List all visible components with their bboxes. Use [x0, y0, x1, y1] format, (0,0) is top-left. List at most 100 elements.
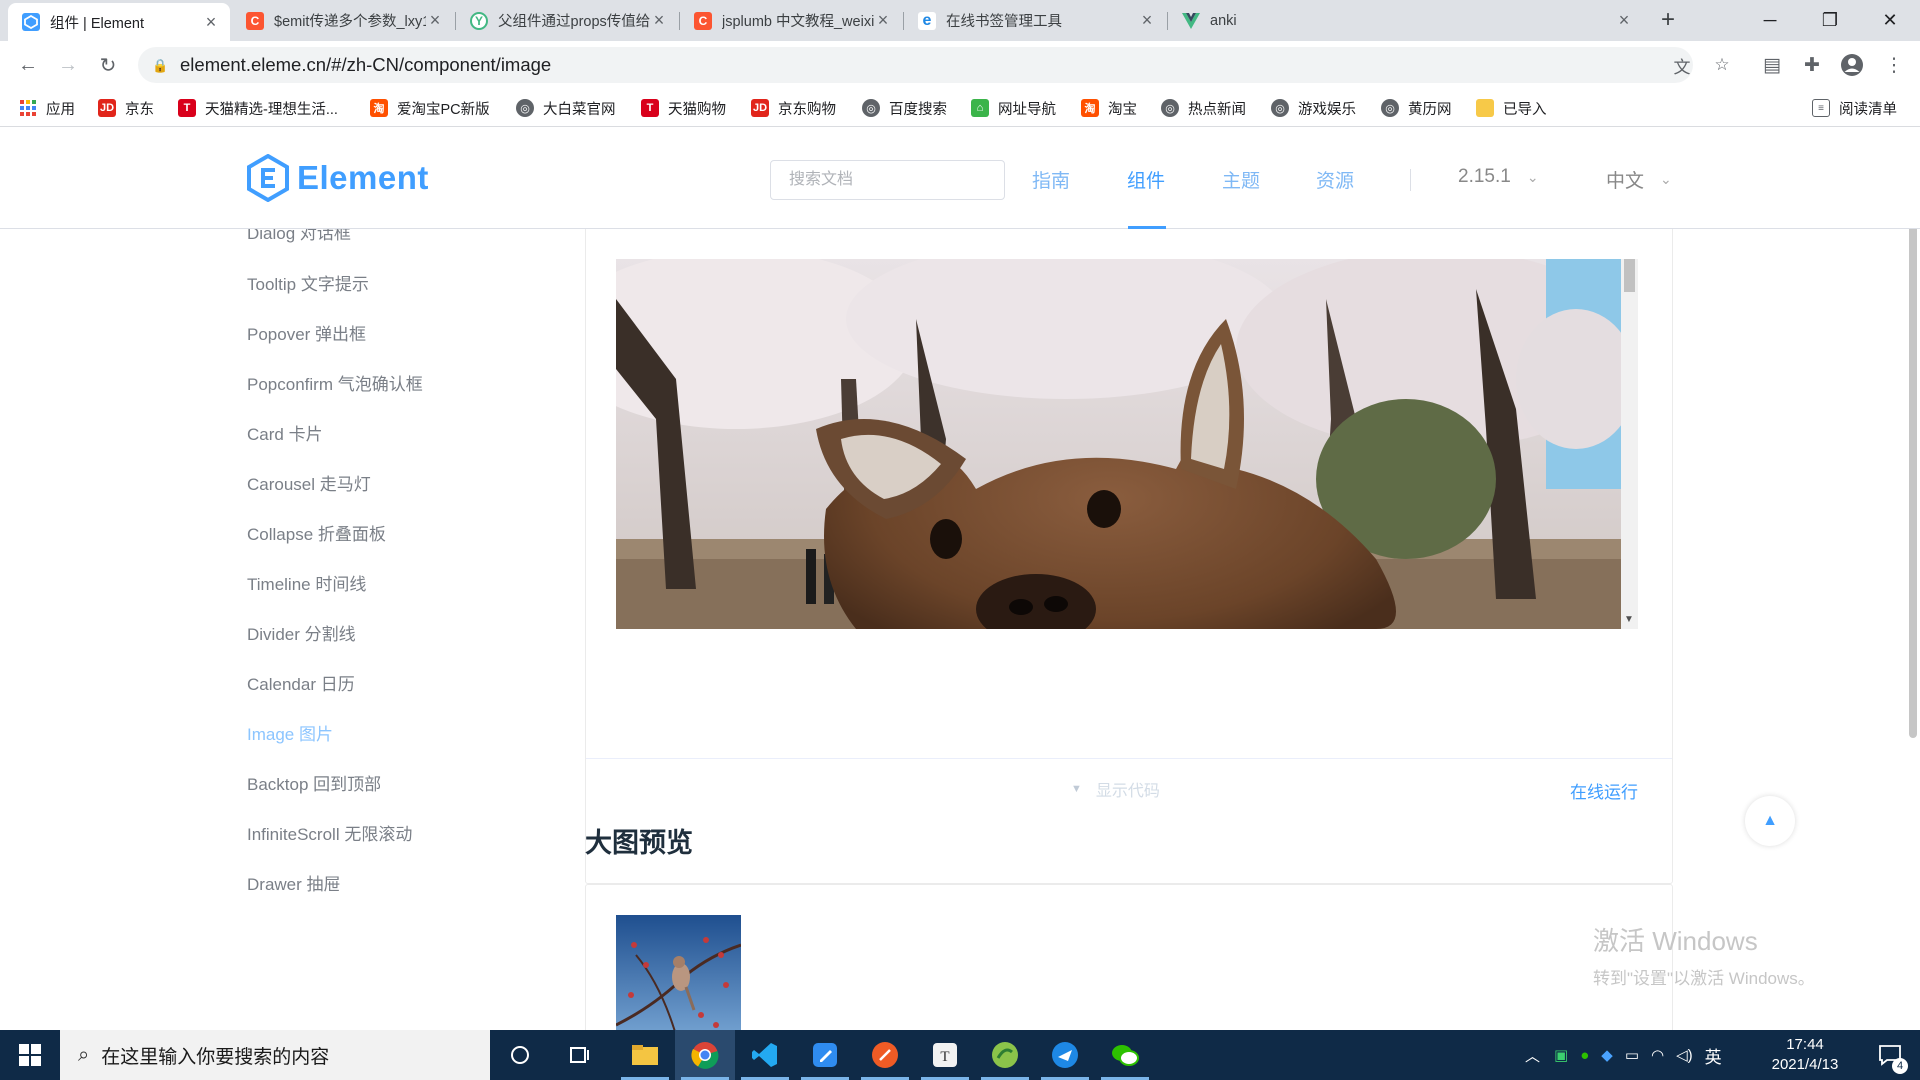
- window-close-button[interactable]: ✕: [1860, 0, 1920, 41]
- show-code-toggle[interactable]: ▼ 显示代码: [1071, 777, 1160, 801]
- sidebar-item-infinitescroll[interactable]: InfiniteScroll 无限滚动: [247, 820, 412, 845]
- address-bar[interactable]: 🔒 element.eleme.cn/#/zh-CN/component/ima…: [138, 47, 1693, 83]
- site-logo[interactable]: Element: [247, 154, 429, 202]
- preview-thumbnail[interactable]: [616, 915, 741, 1030]
- version-dropdown[interactable]: 2.15.1 ⌄: [1458, 166, 1539, 188]
- bookmark-label: 应用: [46, 101, 75, 118]
- browser-tab-active[interactable]: 组件 | Element ×: [8, 3, 230, 41]
- task-view-button[interactable]: [550, 1030, 610, 1080]
- wifi-icon[interactable]: ◠: [1651, 1046, 1664, 1064]
- browser-tab[interactable]: Y 父组件通过props传值给子组 ×: [456, 0, 678, 41]
- close-icon[interactable]: ×: [1615, 10, 1633, 31]
- sidebar-item-divider[interactable]: Divider 分割线: [247, 620, 356, 645]
- browser-tab[interactable]: e 在线书签管理工具 ×: [904, 0, 1166, 41]
- new-tab-button[interactable]: +: [1655, 8, 1681, 34]
- sidebar-item-backtop[interactable]: Backtop 回到顶部: [247, 770, 381, 795]
- close-icon[interactable]: ×: [426, 10, 444, 31]
- cortana-button[interactable]: [490, 1030, 550, 1080]
- url-text: element.eleme.cn/#/zh-CN/component/image: [180, 54, 552, 75]
- bookmark-item[interactable]: T 天猫购物: [641, 96, 726, 120]
- taskbar-typora[interactable]: T: [915, 1030, 975, 1080]
- bookmark-item[interactable]: 淘淘宝: [1081, 96, 1137, 120]
- sidebar-item-image[interactable]: Image 图片: [247, 720, 333, 745]
- scroll-down-arrow-icon[interactable]: ▼: [1624, 614, 1634, 625]
- taskbar-app-green[interactable]: [975, 1030, 1035, 1080]
- taskbar-search-box[interactable]: ⌕ 在这里输入你要搜索的内容: [60, 1030, 490, 1080]
- sidebar-item-drawer[interactable]: Drawer 抽屉: [247, 870, 341, 895]
- language-dropdown[interactable]: 中文 ⌄: [1606, 166, 1672, 193]
- bookmark-item[interactable]: JD 京东购物: [751, 96, 836, 120]
- wechat-tray-icon[interactable]: ●: [1580, 1047, 1589, 1064]
- active-nav-indicator: [1128, 226, 1166, 229]
- reading-mode-icon[interactable]: ▤: [1758, 51, 1786, 79]
- bookmark-star-icon[interactable]: ☆: [1710, 53, 1734, 77]
- back-to-top-button[interactable]: ▲: [1745, 796, 1795, 846]
- shield-icon[interactable]: ◆: [1601, 1046, 1613, 1064]
- profile-avatar-icon[interactable]: [1838, 51, 1866, 79]
- bookmark-apps[interactable]: 应用: [19, 96, 75, 120]
- nav-component[interactable]: 组件: [1127, 166, 1165, 193]
- run-online-link[interactable]: 在线运行: [1570, 778, 1638, 803]
- action-center-button[interactable]: 4: [1860, 1030, 1920, 1080]
- close-icon[interactable]: ×: [202, 12, 220, 33]
- bookmark-item[interactable]: ◎ 游戏娱乐: [1271, 96, 1356, 120]
- bookmark-item[interactable]: 已导入: [1476, 96, 1547, 120]
- bookmark-item[interactable]: 淘爱淘宝PC新版: [370, 96, 490, 120]
- restore-button[interactable]: ❐: [1800, 0, 1860, 41]
- nav-guide[interactable]: 指南: [1032, 166, 1070, 193]
- taskbar-app-blue[interactable]: [795, 1030, 855, 1080]
- ime-indicator[interactable]: 英: [1705, 1043, 1722, 1068]
- bookmark-item[interactable]: ◎ 百度搜索: [862, 96, 947, 120]
- taskbar-app-bird[interactable]: [1035, 1030, 1095, 1080]
- sidebar-item-calendar[interactable]: Calendar 日历: [247, 670, 355, 695]
- sidebar-item-timeline[interactable]: Timeline 时间线: [247, 570, 366, 595]
- bookmark-item[interactable]: ◎ 热点新闻: [1161, 96, 1246, 120]
- nav-resource[interactable]: 资源: [1316, 166, 1354, 193]
- close-icon[interactable]: ×: [874, 10, 892, 31]
- sidebar-item-carousel[interactable]: Carousel 走马灯: [247, 470, 371, 495]
- battery-icon[interactable]: ▭: [1625, 1046, 1639, 1064]
- bookmark-item[interactable]: ⌂ 网址导航: [971, 96, 1056, 120]
- close-icon[interactable]: ×: [1138, 10, 1156, 31]
- doc-search-input[interactable]: 搜索文档: [770, 160, 1005, 200]
- reading-list[interactable]: ≡ 阅读清单: [1812, 96, 1897, 120]
- extensions-icon[interactable]: ✚: [1798, 51, 1826, 79]
- page-scrollbar-thumb[interactable]: [1909, 198, 1917, 738]
- browser-tab[interactable]: anki ×: [1168, 0, 1643, 41]
- lazy-image-scroll-container[interactable]: ▼: [616, 259, 1638, 629]
- reload-button[interactable]: ↻: [94, 51, 122, 79]
- bookmark-item[interactable]: T 天猫精选-理想生活...: [178, 96, 338, 120]
- bookmark-item[interactable]: ◎ 大白菜官网: [516, 96, 616, 120]
- sidebar-item-collapse[interactable]: Collapse 折叠面板: [247, 520, 386, 545]
- browser-tab[interactable]: C $emit传递多个参数_lxy1234 ×: [232, 0, 454, 41]
- taskbar-app-orange[interactable]: [855, 1030, 915, 1080]
- back-button[interactable]: ←: [14, 51, 42, 79]
- image-container-scrollbar[interactable]: ▼: [1621, 259, 1638, 629]
- translate-icon[interactable]: 文: [1670, 53, 1694, 77]
- bookmark-item[interactable]: ◎ 黄历网: [1381, 96, 1452, 120]
- sidebar-item-popconfirm[interactable]: Popconfirm 气泡确认框: [247, 370, 423, 395]
- close-icon[interactable]: ×: [650, 10, 668, 31]
- globe-icon: ◎: [1381, 99, 1399, 117]
- taskbar-clock[interactable]: 17:44 2021/4/13: [1760, 1035, 1850, 1075]
- forward-button[interactable]: →: [54, 51, 82, 79]
- taskbar-wechat[interactable]: [1095, 1030, 1155, 1080]
- lock-icon[interactable]: 🔒: [152, 58, 168, 73]
- taskbar-chrome[interactable]: [675, 1030, 735, 1080]
- bookmark-item[interactable]: JD 京东: [98, 96, 154, 120]
- scrollbar-thumb[interactable]: [1624, 259, 1635, 292]
- sidebar-item-popover[interactable]: Popover 弹出框: [247, 320, 366, 345]
- volume-icon[interactable]: ◁): [1676, 1046, 1693, 1064]
- minimize-button[interactable]: ─: [1740, 0, 1800, 41]
- tray-app-icon[interactable]: ▣: [1554, 1046, 1568, 1064]
- sidebar-item-card[interactable]: Card 卡片: [247, 420, 323, 445]
- sidebar-item-tooltip[interactable]: Tooltip 文字提示: [247, 270, 369, 295]
- show-hidden-icons-chevron-icon[interactable]: ︿: [1525, 1045, 1540, 1066]
- taskbar-vscode[interactable]: [735, 1030, 795, 1080]
- menu-icon[interactable]: ⋮: [1880, 51, 1908, 79]
- browser-tab[interactable]: C jsplumb 中文教程_weixin_3 ×: [680, 0, 902, 41]
- taskbar-file-explorer[interactable]: [615, 1030, 675, 1080]
- start-button[interactable]: [0, 1030, 60, 1080]
- nav-theme[interactable]: 主题: [1222, 166, 1260, 193]
- page-scrollbar[interactable]: [1906, 128, 1920, 1030]
